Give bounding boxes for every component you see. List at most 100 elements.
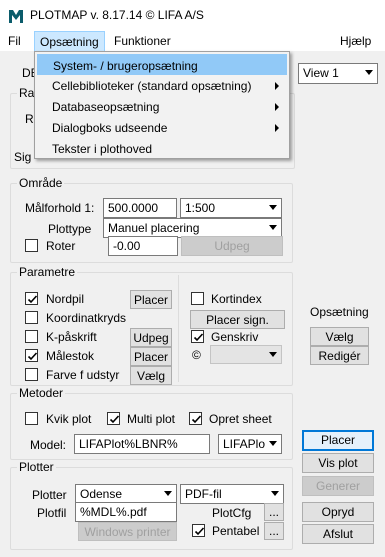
menu-item-dialog-appearance[interactable]: Dialogboks udseende: [37, 117, 287, 138]
north-arrow-label: Nordpil: [46, 292, 85, 306]
menu-item-database-setup[interactable]: Databaseopsætning: [37, 96, 287, 117]
plotfile-input[interactable]: %MDL%.pdf: [75, 502, 177, 522]
clipped-label-sig: Sig: [14, 150, 32, 164]
copyright-label: ©: [192, 348, 201, 362]
quick-plot-label: Kvik plot: [46, 412, 92, 426]
plotter-select[interactable]: Odense: [75, 484, 177, 504]
place-button[interactable]: Placer: [302, 430, 374, 451]
plotter-select-value: Odense: [80, 487, 123, 501]
chevron-down-icon: [271, 491, 279, 496]
scale-select-value: 1:500: [185, 201, 216, 215]
scale-bar-label: Målestok: [46, 349, 95, 363]
model-input[interactable]: LIFAPlot%LBNR%: [74, 434, 210, 454]
scale-input[interactable]: 500.0000: [103, 198, 177, 218]
menu-help[interactable]: Hjælp: [340, 34, 371, 48]
plottype-select[interactable]: Manuel placering: [103, 218, 282, 238]
chevron-down-icon: [365, 70, 373, 75]
coord-cross-label: Koordinatkryds: [46, 311, 127, 325]
plotfile-label: Plotfil: [37, 506, 67, 520]
map-index-label: Kortindex: [211, 292, 262, 306]
clipped-label-r: R: [25, 112, 34, 126]
check-icon: [193, 333, 204, 342]
chevron-down-icon: [269, 205, 277, 210]
parameters-group-title: Parametre: [17, 265, 78, 279]
k-caption-checkbox[interactable]: [25, 330, 38, 343]
windows-printer-button[interactable]: Windows printer: [78, 522, 177, 541]
create-sheet-checkbox[interactable]: [189, 412, 202, 425]
menu-functions[interactable]: Funktioner: [114, 34, 171, 48]
view-select[interactable]: View 1: [298, 63, 378, 84]
view-select-value: View 1: [303, 66, 339, 80]
generate-button[interactable]: Generer: [302, 476, 374, 496]
menu-item-label: System- / brugeropsætning: [53, 59, 198, 73]
setup-panel-title: Opsætning: [310, 305, 369, 319]
cleanup-button[interactable]: Opryd: [302, 502, 374, 522]
menu-item-plot-header-texts[interactable]: Tekster i plothoved: [37, 138, 287, 159]
menu-item-label: Databaseopsætning: [52, 100, 160, 114]
setup-select-button[interactable]: Vælg: [310, 327, 369, 346]
quick-plot-checkbox[interactable]: [25, 412, 38, 425]
menu-file[interactable]: Fil: [8, 34, 21, 48]
plotcfg-browse-button[interactable]: ...: [264, 503, 284, 521]
plot-format-select-value: PDF-fil: [185, 487, 222, 501]
methods-group-title: Metoder: [17, 386, 66, 400]
show-plot-button[interactable]: Vis plot: [302, 453, 374, 473]
check-icon: [27, 295, 38, 304]
color-equipment-checkbox[interactable]: [25, 368, 38, 381]
chevron-down-icon: [269, 441, 277, 446]
plotcfg-label: PlotCfg: [212, 506, 252, 520]
menu-item-label: Cellebiblioteker (standard opsætning): [52, 79, 252, 93]
scale-bar-place-button[interactable]: Placer: [130, 347, 172, 366]
genskriv-checkbox[interactable]: [191, 330, 204, 343]
plot-format-select[interactable]: PDF-fil: [180, 484, 284, 504]
color-equipment-label: Farve f udstyr: [46, 368, 120, 382]
scale-select[interactable]: 1:500: [180, 198, 282, 218]
plottype-select-value: Manuel placering: [108, 221, 200, 235]
check-icon: [191, 415, 202, 424]
coord-cross-checkbox[interactable]: [25, 311, 38, 324]
plotter-group-title: Plotter: [17, 460, 56, 474]
plotter-label: Plotter: [32, 488, 67, 502]
rotate-input[interactable]: -0.00: [108, 236, 178, 256]
pentable-checkbox[interactable]: [192, 524, 205, 537]
rotate-checkbox[interactable]: [25, 239, 38, 252]
model-select[interactable]: LIFAPlo: [218, 434, 282, 454]
close-button[interactable]: Afslut: [302, 524, 374, 544]
menu-item-system-setup[interactable]: System- / brugeropsætning: [37, 54, 287, 75]
north-arrow-checkbox[interactable]: [25, 292, 38, 305]
copyright-select[interactable]: [210, 345, 282, 364]
pick-rotation-button[interactable]: Udpeg: [181, 236, 283, 256]
chevron-down-icon: [269, 225, 277, 230]
pentable-label: Pentabel: [212, 524, 260, 538]
north-arrow-place-button[interactable]: Placer: [130, 290, 172, 309]
place-sign-button[interactable]: Placer sign.: [190, 310, 285, 329]
setup-dropdown-menu: System- / brugeropsætning Cellebibliotek…: [34, 51, 290, 159]
menu-item-cell-libraries[interactable]: Cellebiblioteker (standard opsætning): [37, 75, 287, 96]
multi-plot-checkbox[interactable]: [107, 412, 120, 425]
check-icon: [27, 352, 38, 361]
setup-edit-button[interactable]: Redigér: [310, 346, 369, 365]
k-caption-label: K-påskrift: [46, 330, 97, 344]
chevron-down-icon: [269, 352, 277, 357]
model-label: Model:: [30, 438, 67, 452]
submenu-arrow-icon: [275, 103, 279, 111]
rotate-label: Roter: [46, 239, 76, 253]
k-caption-pick-button[interactable]: Udpeg: [130, 328, 172, 347]
check-icon: [109, 415, 120, 424]
title-bar: PLOTMAP v. 8.17.14 © LIFA A/S: [0, 0, 385, 31]
map-index-checkbox[interactable]: [191, 292, 204, 305]
color-select-button[interactable]: Vælg: [130, 366, 172, 385]
check-icon: [194, 527, 205, 536]
parameters-divider: [178, 275, 179, 382]
genskriv-label: Genskriv: [211, 330, 259, 344]
menu-item-label: Dialogboks udseende: [52, 121, 168, 135]
area-group-title: Område: [17, 176, 65, 190]
menu-item-label: Tekster i plothoved: [52, 142, 153, 156]
create-sheet-label: Opret sheet: [209, 412, 272, 426]
menu-setup[interactable]: Opsætning: [34, 31, 105, 52]
scale-bar-checkbox[interactable]: [25, 349, 38, 362]
submenu-arrow-icon: [275, 124, 279, 132]
window-title: PLOTMAP v. 8.17.14 © LIFA A/S: [30, 8, 204, 22]
pentable-browse-button[interactable]: ...: [264, 522, 284, 540]
scale-label: Målforhold 1:: [25, 201, 95, 215]
